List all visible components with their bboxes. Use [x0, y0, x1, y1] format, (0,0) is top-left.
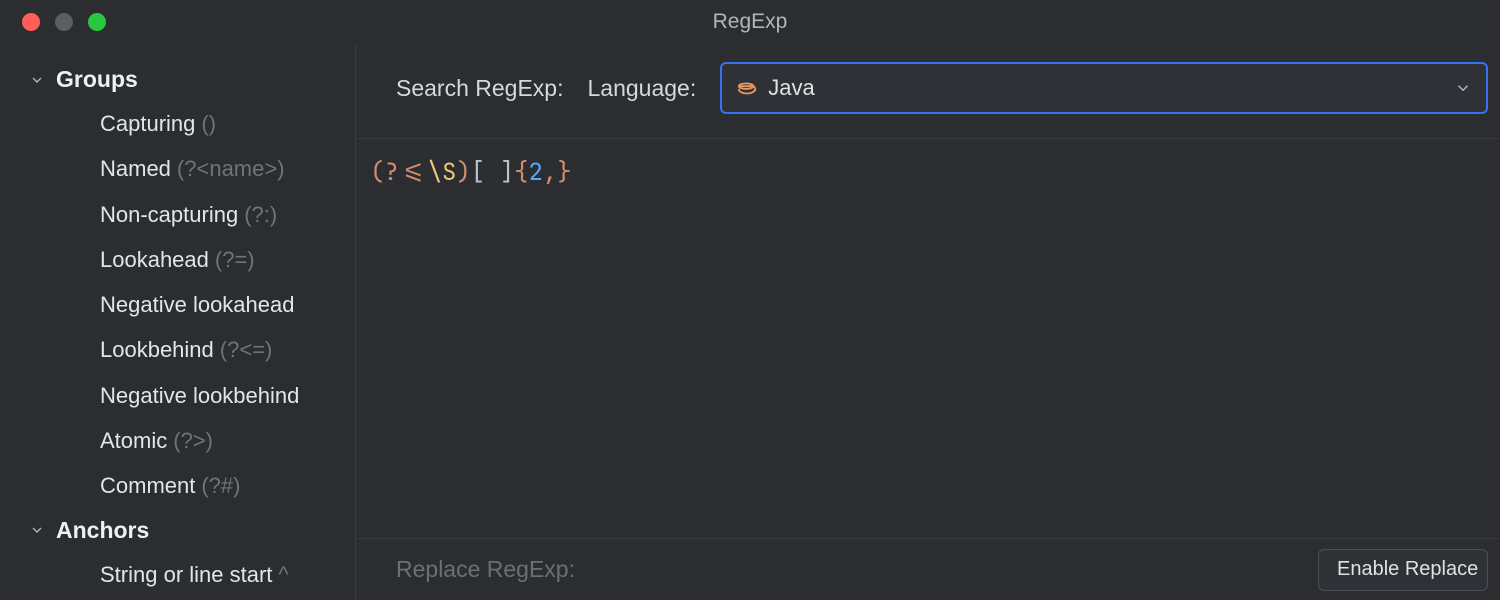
- minimize-window-button[interactable]: [55, 13, 73, 31]
- replace-label: Replace RegExp:: [396, 556, 575, 583]
- regex-token: }: [557, 157, 571, 188]
- traffic-lights: [0, 13, 106, 31]
- tree-item-syntax: (?#): [201, 473, 240, 498]
- titlebar: RegExp: [0, 0, 1500, 44]
- tree-item-syntax: (?>): [173, 428, 213, 453]
- tree-item-label: Capturing: [100, 111, 195, 136]
- tree-item-label: Atomic: [100, 428, 167, 453]
- language-label: Language:: [587, 75, 696, 102]
- tree-item[interactable]: Capturing(): [0, 101, 355, 146]
- chevron-down-icon: [28, 521, 46, 539]
- tree-item-syntax: (?<name>): [177, 156, 285, 181]
- tree-section-header[interactable]: Anchors: [0, 509, 355, 552]
- regex-token: ?<=: [384, 157, 427, 188]
- tree-item-syntax: (?:): [244, 202, 277, 227]
- section-title: Anchors: [56, 517, 149, 544]
- main: GroupsCapturing()Named(?<name>)Non-captu…: [0, 44, 1500, 600]
- tree-item[interactable]: Atomic(?>): [0, 418, 355, 463]
- language-select[interactable]: Java: [720, 62, 1488, 114]
- enable-replace-button[interactable]: Enable Replace: [1318, 549, 1488, 591]
- tree-item[interactable]: Negative lookbehind: [0, 373, 355, 418]
- tree-item-label: Comment: [100, 473, 195, 498]
- replace-row: Replace RegExp: Enable Replace: [356, 538, 1500, 600]
- tree-item-label: Negative lookbehind: [100, 383, 299, 408]
- content: Search RegExp: Language: Java (?<=\S)[ ]…: [356, 44, 1500, 600]
- window-title: RegExp: [713, 10, 788, 34]
- tree-item-label: Non-capturing: [100, 202, 238, 227]
- chevron-down-icon: [28, 71, 46, 89]
- tree-item[interactable]: Lookahead(?=): [0, 237, 355, 282]
- tree-item-label: Negative lookahead: [100, 292, 294, 317]
- tree-item-label: Lookahead: [100, 247, 209, 272]
- regex-token: ,: [543, 157, 557, 188]
- sidebar: GroupsCapturing()Named(?<name>)Non-captu…: [0, 44, 356, 600]
- chevron-down-icon: [1454, 79, 1472, 97]
- language-value: Java: [768, 75, 814, 101]
- tree-item[interactable]: Named(?<name>): [0, 146, 355, 191]
- regex-editor[interactable]: (?<=\S)[ ]{2,}: [356, 139, 1500, 538]
- enable-replace-label: Enable Replace: [1337, 558, 1478, 581]
- tree-item[interactable]: Negative lookahead: [0, 282, 355, 327]
- tree-item-label: Lookbehind: [100, 337, 214, 362]
- tree-section-header[interactable]: Groups: [0, 58, 355, 101]
- tree-item-syntax: (?=): [215, 247, 255, 272]
- tree-item-syntax: (?<=): [220, 337, 273, 362]
- regex-token: {: [514, 157, 528, 188]
- section-title: Groups: [56, 66, 138, 93]
- maximize-window-button[interactable]: [88, 13, 106, 31]
- tree-item[interactable]: Comment(?#): [0, 463, 355, 508]
- regex-token: ): [456, 157, 470, 188]
- close-window-button[interactable]: [22, 13, 40, 31]
- regex-token: \S: [428, 157, 457, 188]
- regex-token: 2: [528, 157, 542, 188]
- tree-item-syntax: (): [201, 111, 216, 136]
- tree-item[interactable]: Lookbehind(?<=): [0, 327, 355, 372]
- search-row: Search RegExp: Language: Java: [356, 44, 1500, 139]
- tree-item-label: Named: [100, 156, 171, 181]
- java-icon: [736, 77, 758, 99]
- regex-token: [ ]: [471, 157, 514, 188]
- tree-item-syntax: ^: [278, 562, 288, 587]
- tree-item[interactable]: Non-capturing(?:): [0, 192, 355, 237]
- regex-token: (: [370, 157, 384, 188]
- tree-item[interactable]: String or line start^: [0, 552, 355, 597]
- tree-item-label: String or line start: [100, 562, 272, 587]
- search-label: Search RegExp:: [396, 75, 563, 102]
